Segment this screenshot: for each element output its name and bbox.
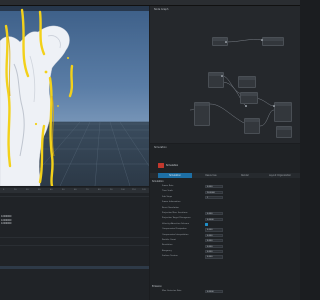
inspector-header: Simulation xyxy=(154,146,167,149)
ruler-tick: 40 xyxy=(50,189,53,191)
property-row: Surface Tension 0.000 xyxy=(162,255,298,259)
timeline-scrub-track[interactable] xyxy=(0,266,149,269)
inspector-panel: Simulation Simulation Simulation Resourc… xyxy=(150,144,300,300)
property-label: Particle Count xyxy=(162,239,176,241)
timeline-value: 0.000000 xyxy=(1,222,12,225)
timeline-ruler[interactable]: 0 10 20 30 40 50 60 70 80 90 100 110 120 xyxy=(0,188,149,193)
tab-render[interactable]: Render xyxy=(230,173,260,178)
viewport-3d[interactable] xyxy=(0,6,149,186)
property-row: Compression Interpolation 0.000 xyxy=(162,234,298,238)
property-checkbox[interactable] xyxy=(205,223,208,227)
property-label: Sub Steps xyxy=(162,195,173,198)
property-label: Reset Simulation xyxy=(162,206,179,209)
graph-node[interactable] xyxy=(274,102,292,122)
property-value-field[interactable]: 0.000 xyxy=(205,250,223,254)
property-label: Compression Dissipation xyxy=(162,228,187,231)
ruler-tick: 100 xyxy=(121,189,125,191)
tab-resources[interactable]: Resources xyxy=(194,173,228,178)
property-value-field[interactable]: 0.000 xyxy=(205,212,223,216)
graph-node[interactable] xyxy=(240,92,258,104)
property-row: Sub Steps 1 xyxy=(162,196,298,200)
ruler-tick: 20 xyxy=(26,189,29,191)
ruler-tick: 120 xyxy=(142,189,146,191)
tab-simulation[interactable]: Simulation xyxy=(158,173,192,178)
inspector-tabbar: Simulation Resources Render Layout Organ… xyxy=(150,173,300,178)
property-value-field[interactable]: 24.0000 xyxy=(205,190,223,194)
property-row: Particle Count 0.000 xyxy=(162,239,298,243)
property-value-field[interactable]: 0.000 xyxy=(205,255,223,259)
node-graph[interactable]: Node Graph xyxy=(150,6,300,143)
property-row: Resolution 0.000 xyxy=(162,244,298,248)
viewport-scene xyxy=(0,8,149,186)
property-label: Frame Rate xyxy=(162,185,174,187)
graph-node[interactable] xyxy=(194,102,210,126)
property-row: Max. Emission Rate 0.0000 xyxy=(162,290,298,294)
ruler-tick: 90 xyxy=(110,189,113,191)
node-name: Simulation xyxy=(166,164,179,167)
property-value-field[interactable]: 0.000 xyxy=(205,244,223,248)
property-value-field[interactable]: 0.0000 xyxy=(205,217,223,221)
property-value-field[interactable]: 1 xyxy=(205,196,223,200)
property-row: Velocity Advection Scheme xyxy=(162,223,298,227)
property-row: Time Scale 24.0000 xyxy=(162,190,298,194)
ruler-tick: 50 xyxy=(62,189,65,191)
section-header[interactable]: Emission xyxy=(152,285,162,288)
section-header[interactable]: Simulation xyxy=(152,180,164,183)
property-row: Reset Simulation xyxy=(162,207,298,211)
property-value-field[interactable]: 0.000 xyxy=(205,239,223,243)
graph-wires xyxy=(189,39,275,127)
property-value-field[interactable]: 0.000 xyxy=(205,185,223,189)
ruler-tick: 0 xyxy=(3,189,5,191)
property-label: Buoyancy xyxy=(162,249,172,252)
property-value-field[interactable]: 0.000 xyxy=(205,228,223,232)
ruler-tick: 70 xyxy=(86,189,89,191)
property-row: Projection Max. Iterations 0.000 xyxy=(162,212,298,216)
timeline-panel[interactable]: 0 10 20 30 40 50 60 70 80 90 100 110 120… xyxy=(0,187,149,300)
property-label: Resolution xyxy=(162,244,173,247)
ruler-tick: 60 xyxy=(74,189,77,191)
property-label: Max. Emission Rate xyxy=(162,290,182,292)
property-label: Projection Target Divergence xyxy=(162,217,191,220)
property-label: Time Scale xyxy=(162,190,173,193)
graph-node[interactable] xyxy=(262,37,284,46)
property-row: Buoyancy 0.000 xyxy=(162,250,298,254)
ruler-tick: 10 xyxy=(14,189,17,191)
ruler-tick: 30 xyxy=(38,189,41,191)
property-label: Projection Max. Iterations xyxy=(162,212,188,214)
ruler-tick: 110 xyxy=(132,189,136,191)
graph-node[interactable] xyxy=(238,76,256,88)
simulation-icon xyxy=(158,163,164,168)
ruler-tick: 80 xyxy=(98,189,101,191)
property-value-field[interactable]: 0.000 xyxy=(205,233,223,238)
property-row: Frame Information xyxy=(162,201,298,205)
property-label: Surface Tension xyxy=(162,255,178,258)
property-value-field[interactable]: 0.0000 xyxy=(205,290,223,294)
property-label: Compression Interpolation xyxy=(162,233,189,236)
property-label: Velocity Advection Scheme xyxy=(162,222,190,225)
property-label: Frame Information xyxy=(162,201,181,204)
graph-node[interactable] xyxy=(276,126,292,138)
property-row: Projection Target Divergence 0.0000 xyxy=(162,217,298,221)
tab-layout-organization[interactable]: Layout Organization xyxy=(262,173,298,178)
property-row: Frame Rate 0.000 xyxy=(162,185,298,189)
property-row: Compression Dissipation 0.000 xyxy=(162,228,298,232)
graph-node[interactable] xyxy=(244,118,260,134)
